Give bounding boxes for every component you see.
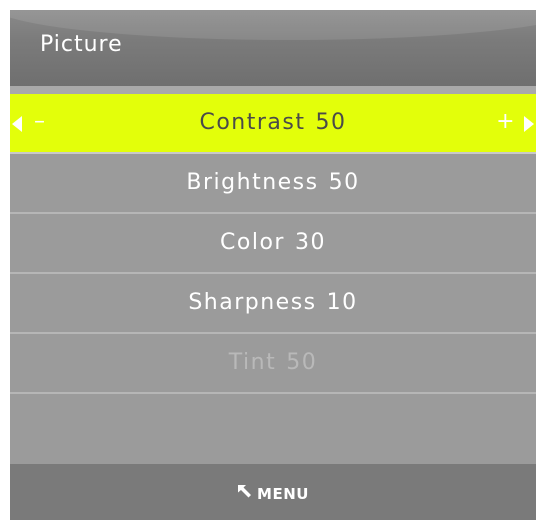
- picture-menu: Picture – Contrast 50 + Brightness 50 Colo…: [10, 10, 536, 520]
- item-label: Sharpness: [188, 290, 317, 315]
- item-value: 50: [286, 350, 318, 375]
- item-label: Tint: [228, 350, 277, 375]
- header-divider: [10, 86, 536, 94]
- right-arrow-icon[interactable]: [524, 116, 534, 132]
- item-label: Color: [220, 230, 285, 255]
- item-label: Brightness: [186, 170, 319, 195]
- empty-row: [10, 394, 536, 464]
- item-value: 50: [328, 170, 360, 195]
- item-value: 50: [315, 110, 347, 135]
- menu-item-contrast[interactable]: – Contrast 50 +: [10, 94, 536, 154]
- menu-item-color[interactable]: Color 30: [10, 214, 536, 274]
- increase-icon[interactable]: +: [496, 94, 516, 150]
- left-arrow-icon[interactable]: [12, 116, 22, 132]
- item-value: 30: [294, 230, 326, 255]
- menu-footer[interactable]: MENU: [10, 464, 536, 520]
- menu-button-label: MENU: [257, 485, 309, 503]
- menu-title: Picture: [40, 32, 123, 57]
- menu-item-tint: Tint 50: [10, 334, 536, 394]
- menu-item-sharpness[interactable]: Sharpness 10: [10, 274, 536, 334]
- back-arrow-icon: [237, 463, 253, 520]
- item-value: 10: [326, 290, 358, 315]
- menu-item-brightness[interactable]: Brightness 50: [10, 154, 536, 214]
- decrease-icon[interactable]: –: [34, 94, 47, 150]
- item-label: Contrast: [199, 110, 306, 135]
- menu-header: Picture: [10, 10, 536, 86]
